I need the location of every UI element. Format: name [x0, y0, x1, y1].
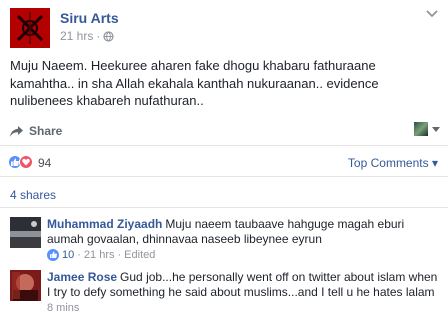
shares-link[interactable]: 4 shares [10, 188, 56, 202]
share-icon [10, 125, 23, 137]
more-icon[interactable] [426, 10, 438, 21]
shares-bar: 4 shares [0, 178, 448, 208]
action-bar: Share [0, 116, 448, 146]
post-header: Siru Arts 21 hrs · [10, 8, 440, 48]
meta-separator: · [77, 249, 81, 261]
meta-separator: · [96, 29, 101, 43]
comment: Jamee Rose Gud job...he personally went o… [10, 270, 440, 316]
comment-body: Jamee Rose Gud job...he personally went o… [47, 270, 440, 300]
edited-label[interactable]: Edited [124, 249, 155, 261]
post-time[interactable]: 21 hrs [60, 29, 93, 43]
love-icon[interactable] [19, 155, 33, 169]
reaction-count[interactable]: 94 [38, 156, 51, 170]
viewer-avatar[interactable] [414, 122, 428, 136]
commenter-avatar[interactable] [10, 270, 41, 301]
comment-author[interactable]: Jamee Rose [47, 270, 117, 284]
post-meta: 21 hrs · [60, 29, 114, 43]
globe-icon [103, 30, 114, 42]
top-comments-label: Top Comments [347, 156, 429, 170]
comment-meta: 8 mins [47, 302, 79, 314]
reactions-bar: 94 Top Comments ▾ [0, 147, 448, 177]
comment-like-count[interactable]: 10 [62, 249, 74, 261]
commenter-avatar[interactable] [10, 217, 41, 248]
comment-meta: 10 · 21 hrs · Edited [47, 249, 155, 261]
page-avatar[interactable] [10, 8, 50, 48]
like-icon [47, 249, 59, 261]
comment-body: Muhammad Ziyaadh Muju naeem taubaave hahg… [47, 217, 440, 247]
share-button[interactable]: Share [10, 124, 62, 138]
caret-icon[interactable] [432, 124, 440, 134]
post-text: Muju Naeem. Heekuree aharen fake dhogu k… [10, 58, 379, 108]
comment-time[interactable]: 21 hrs [84, 249, 115, 261]
chevron-down-icon: ▾ [431, 156, 438, 170]
comment: Muhammad Ziyaadh Muju naeem taubaave hahg… [10, 217, 440, 265]
comment-time[interactable]: 8 mins [47, 302, 79, 314]
top-comments-dropdown[interactable]: Top Comments ▾ [348, 156, 438, 170]
page-name[interactable]: Siru Arts [60, 10, 119, 26]
comment-author[interactable]: Muhammad Ziyaadh [47, 217, 162, 231]
share-label: Share [29, 124, 63, 138]
meta-separator: · [117, 249, 122, 261]
